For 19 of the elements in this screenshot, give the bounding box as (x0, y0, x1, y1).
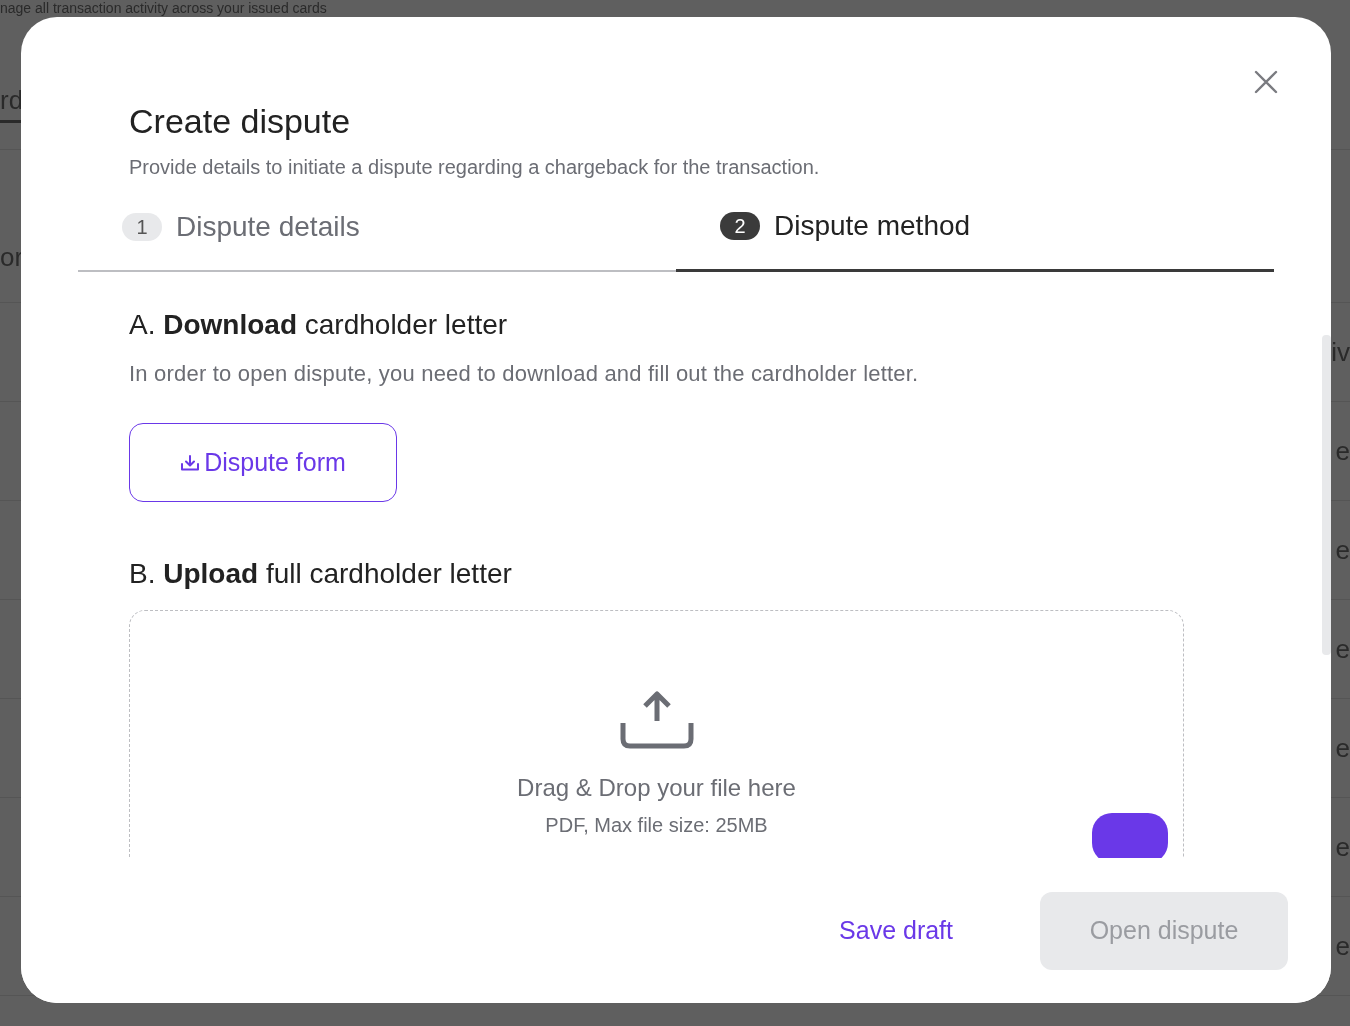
step-number: 1 (122, 212, 162, 241)
section-heading: B. Upload full cardholder letter (129, 557, 513, 591)
download-icon (180, 453, 201, 472)
download-button[interactable]: Dispute form (129, 423, 397, 502)
close-button[interactable] (1253, 69, 1279, 95)
dropzone-title: Drag & Drop your file here (517, 773, 796, 803)
dialog-subtitle: Provide details to initiate a dispute regarding a chargeback for the transaction. (129, 155, 821, 180)
step-number: 2 (720, 212, 760, 240)
step-tab[interactable]: 1 Dispute details (78, 210, 676, 272)
dialog-title: Create dispute (129, 101, 352, 141)
floating-button[interactable] (1092, 813, 1168, 858)
save-draft-link[interactable]: Save draft (815, 911, 977, 950)
section-description: In order to open dispute, you need to download and fill out the cardholder letter. (129, 360, 920, 388)
step-tab[interactable]: 2 Dispute method (676, 210, 1274, 272)
dropzone-hint: PDF, Max file size: 25MB (545, 813, 768, 838)
upload-icon (618, 691, 695, 749)
section-heading: A. Download cardholder letter (129, 308, 509, 342)
scrollbar[interactable] (1322, 335, 1331, 655)
close-icon (1253, 69, 1279, 95)
